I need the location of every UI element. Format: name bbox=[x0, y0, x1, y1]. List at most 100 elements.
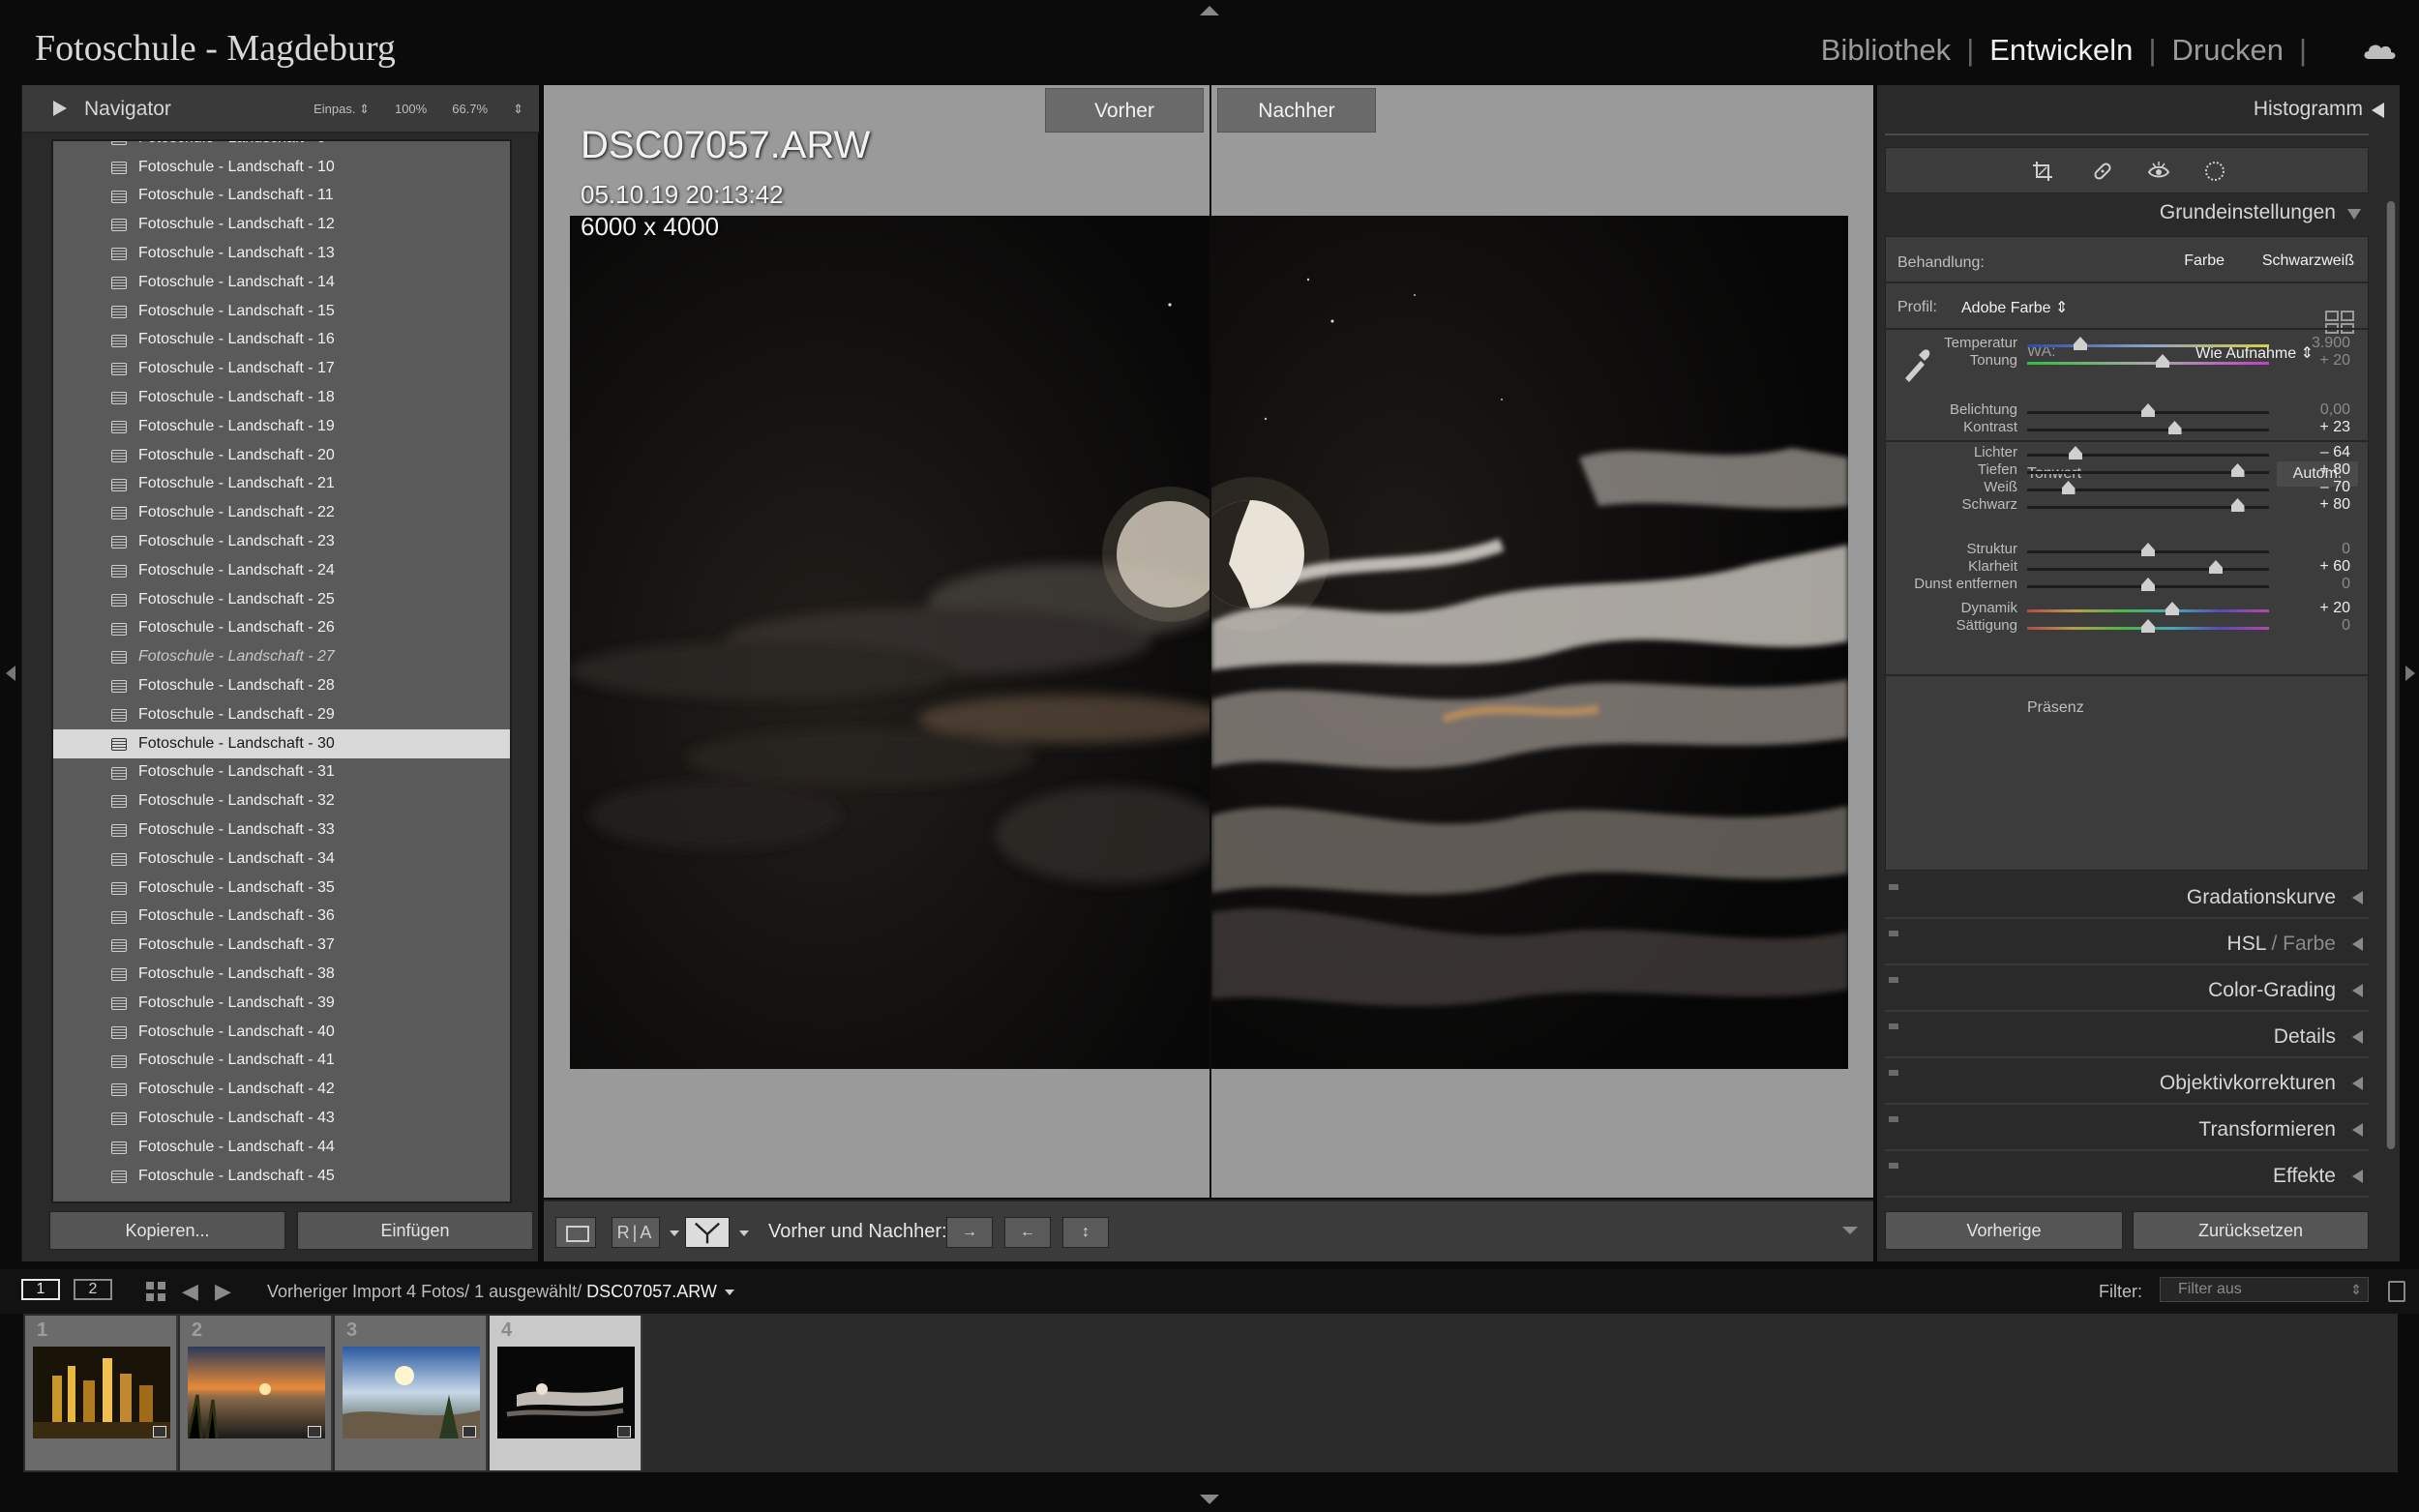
slider-value-saettigung[interactable]: 0 bbox=[2292, 617, 2350, 635]
slider-thumb-tonung[interactable] bbox=[2156, 354, 2169, 368]
basic-section-header[interactable]: Grundeinstellungen bbox=[1885, 193, 2369, 232]
treatment-bw-option[interactable]: Schwarzweiß bbox=[2262, 252, 2354, 270]
collection-item[interactable]: Fotoschule - Landschaft - 26 bbox=[53, 614, 510, 643]
collapse-triangle-icon[interactable] bbox=[2372, 103, 2384, 118]
filter-select[interactable]: Filter aus bbox=[2160, 1277, 2369, 1302]
copy-after-to-before-button[interactable]: ← bbox=[1004, 1217, 1051, 1248]
collection-item[interactable]: Fotoschule - Landschaft - 23 bbox=[53, 527, 510, 556]
mask-icon[interactable] bbox=[2203, 160, 2226, 183]
slider-thumb-dynamik[interactable] bbox=[2165, 602, 2179, 615]
slider-thumb-dunst[interactable] bbox=[2141, 578, 2155, 591]
collection-item[interactable]: Fotoschule - Landschaft - 35 bbox=[53, 874, 510, 903]
slider-value-belichtung[interactable]: 0,00 bbox=[2292, 401, 2350, 419]
crop-icon[interactable] bbox=[2031, 160, 2054, 183]
slider-thumb-schwarz[interactable] bbox=[2230, 498, 2245, 512]
collection-item[interactable]: Fotoschule - Landschaft - 40 bbox=[53, 1018, 510, 1047]
treatment-color-option[interactable]: Farbe bbox=[2184, 252, 2225, 270]
collection-item[interactable]: Fotoschule - Landschaft - 28 bbox=[53, 671, 510, 700]
zoom-fit[interactable]: Einpas. ⇕ bbox=[314, 102, 370, 117]
collapse-triangle-icon[interactable] bbox=[2352, 1123, 2363, 1137]
profile-browser-icon[interactable] bbox=[2325, 311, 2354, 334]
module-bibliothek[interactable]: Bibliothek bbox=[1821, 33, 1951, 68]
slider-track-dunst[interactable] bbox=[2027, 578, 2269, 591]
section-header-details[interactable]: Details bbox=[1885, 1016, 2369, 1058]
slider-value-lichter[interactable]: – 64 bbox=[2292, 444, 2350, 461]
section-header-transformieren[interactable]: Transformieren bbox=[1885, 1109, 2369, 1151]
collapse-triangle-icon[interactable] bbox=[2352, 984, 2363, 997]
zoom-667[interactable]: 66.7% bbox=[452, 102, 488, 117]
slider-thumb-klarheit[interactable] bbox=[2209, 560, 2223, 574]
collapse-left-panel-icon[interactable] bbox=[6, 666, 15, 681]
collection-item[interactable]: Fotoschule - Landschaft - 11 bbox=[53, 182, 510, 211]
thumbnail-2[interactable]: 2 bbox=[180, 1316, 333, 1470]
before-after-mode-button[interactable]: R|A bbox=[612, 1217, 660, 1248]
collection-item[interactable]: Fotoschule - Landschaft - 34 bbox=[53, 845, 510, 874]
reset-button[interactable]: Zurücksetzen bbox=[2133, 1211, 2369, 1250]
section-toggle-switch[interactable] bbox=[1889, 977, 1898, 983]
section-header-effekte[interactable]: Effekte bbox=[1885, 1155, 2369, 1198]
collection-item[interactable]: Fotoschule - Landschaft - 37 bbox=[53, 931, 510, 960]
slider-thumb-temperatur[interactable] bbox=[2074, 337, 2087, 350]
toolbar-options-icon[interactable] bbox=[1842, 1227, 1858, 1234]
scrollbar-thumb[interactable] bbox=[2387, 201, 2395, 1149]
section-header-objektiv[interactable]: Objektivkorrekturen bbox=[1885, 1062, 2369, 1105]
slider-thumb-kontrast[interactable] bbox=[2167, 421, 2182, 434]
slider-track-tonung[interactable] bbox=[2027, 354, 2269, 368]
section-header-gradationskurve[interactable]: Gradationskurve bbox=[1885, 876, 2369, 919]
slider-track-dynamik[interactable] bbox=[2027, 602, 2269, 615]
right-panel-scrollbar[interactable] bbox=[2386, 201, 2396, 1149]
swap-before-after-button[interactable]: ↕ bbox=[1062, 1217, 1109, 1248]
slider-track-kontrast[interactable] bbox=[2027, 421, 2269, 434]
previous-settings-button[interactable]: Vorherige bbox=[1885, 1211, 2123, 1250]
after-image[interactable] bbox=[1211, 216, 1848, 1069]
chevron-down-icon[interactable] bbox=[739, 1230, 749, 1236]
chevron-down-icon[interactable] bbox=[670, 1230, 679, 1236]
collection-item[interactable]: Fotoschule - Landschaft - 43 bbox=[53, 1104, 510, 1133]
collection-item[interactable]: Fotoschule - Landschaft - 13 bbox=[53, 239, 510, 268]
collection-item[interactable]: Fotoschule - Landschaft - 25 bbox=[53, 585, 510, 614]
slider-track-temperatur[interactable] bbox=[2027, 337, 2269, 350]
collection-item[interactable]: Fotoschule - Landschaft - 27 bbox=[53, 642, 510, 671]
chevron-down-icon[interactable] bbox=[724, 1290, 734, 1296]
slider-thumb-belichtung[interactable] bbox=[2141, 403, 2155, 417]
collapse-right-panel-icon[interactable] bbox=[2405, 666, 2415, 681]
section-toggle-switch[interactable] bbox=[1889, 1023, 1898, 1029]
screen-1-button[interactable]: 1 bbox=[21, 1279, 60, 1300]
slider-value-schwarz[interactable]: + 80 bbox=[2292, 496, 2350, 514]
collapse-filmstrip-icon[interactable] bbox=[1200, 1495, 1219, 1506]
slider-value-tonung[interactable]: + 20 bbox=[2292, 352, 2350, 370]
collapse-triangle-icon[interactable] bbox=[2352, 937, 2363, 951]
collection-item[interactable]: Fotoschule - Landschaft - 44 bbox=[53, 1133, 510, 1162]
slider-value-struktur[interactable]: 0 bbox=[2292, 541, 2350, 558]
section-toggle-switch[interactable] bbox=[1889, 1070, 1898, 1076]
collection-item[interactable]: Fotoschule - Landschaft - 22 bbox=[53, 498, 510, 527]
before-image[interactable] bbox=[570, 216, 1210, 1069]
zoom-more[interactable]: ⇕ bbox=[513, 102, 523, 117]
slider-track-lichter[interactable] bbox=[2027, 446, 2269, 460]
collection-item[interactable]: Fotoschule - Landschaft - 32 bbox=[53, 786, 510, 815]
collection-item[interactable]: Fotoschule - Landschaft - 39 bbox=[53, 989, 510, 1018]
screen-2-button[interactable]: 2 bbox=[74, 1279, 112, 1300]
collection-item[interactable]: Fotoschule - Landschaft - 12 bbox=[53, 210, 510, 239]
slider-thumb-lichter[interactable] bbox=[2069, 446, 2082, 460]
collection-item[interactable]: Fotoschule - Landschaft - 24 bbox=[53, 556, 510, 585]
section-header-hsl[interactable]: HSL / Farbe bbox=[1885, 923, 2369, 965]
collection-item[interactable]: Fotoschule - Landschaft - 20 bbox=[53, 441, 510, 470]
eyedropper-icon[interactable] bbox=[1897, 341, 1936, 384]
collapse-triangle-icon[interactable] bbox=[2352, 1170, 2363, 1183]
collection-item[interactable]: Fotoschule - Landschaft - 45 bbox=[53, 1162, 510, 1191]
collection-item[interactable]: Fotoschule - Landschaft - 21 bbox=[53, 470, 510, 499]
collection-item[interactable]: Fotoschule - Landschaft - 30 bbox=[53, 728, 510, 758]
slider-track-belichtung[interactable] bbox=[2027, 403, 2269, 417]
slider-value-kontrast[interactable]: + 23 bbox=[2292, 419, 2350, 436]
collection-item[interactable]: Fotoschule - Landschaft - 36 bbox=[53, 903, 510, 932]
slider-track-tiefen[interactable] bbox=[2027, 463, 2269, 477]
expand-triangle-icon[interactable] bbox=[53, 101, 67, 116]
collection-item[interactable]: Fotoschule - Landschaft - 19 bbox=[53, 412, 510, 441]
slider-track-weiss[interactable] bbox=[2027, 481, 2269, 494]
healing-icon[interactable] bbox=[2091, 160, 2114, 183]
slider-value-tiefen[interactable]: + 80 bbox=[2292, 461, 2350, 479]
collection-item[interactable]: Fotoschule - Landschaft - 33 bbox=[53, 815, 510, 845]
collection-item[interactable]: Fotoschule - Landschaft - 16 bbox=[53, 326, 510, 355]
collapse-top-panel-icon[interactable] bbox=[1200, 4, 1219, 15]
